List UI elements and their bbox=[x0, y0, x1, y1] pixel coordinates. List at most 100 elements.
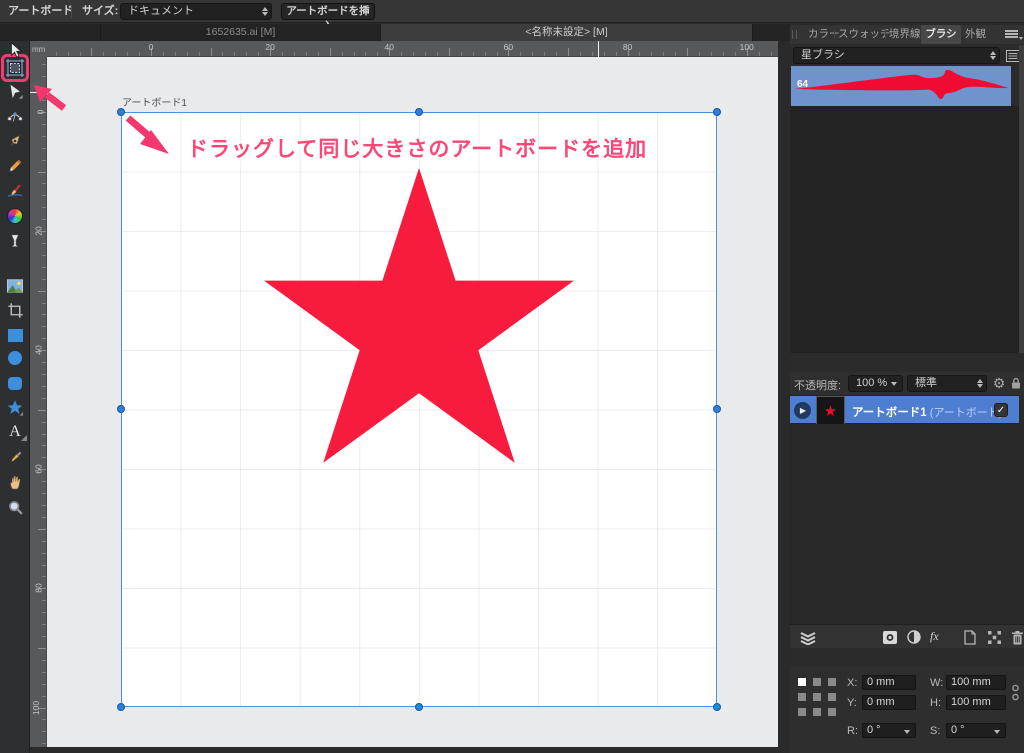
caret-down-icon bbox=[994, 730, 1000, 734]
r-label: R: bbox=[847, 725, 858, 737]
fx-icon[interactable]: fx bbox=[930, 629, 939, 644]
layers-action-bar: fx bbox=[790, 624, 1024, 648]
text-icon: A bbox=[9, 423, 21, 441]
mask-layer-icon[interactable] bbox=[882, 629, 898, 645]
document-tabstrip: 1652635.ai [M] <名称未設定> [M] bbox=[0, 24, 790, 41]
pattern-layer-icon[interactable] bbox=[986, 629, 1002, 645]
opacity-value: 100 % bbox=[856, 377, 887, 389]
size-select[interactable]: ドキュメント bbox=[120, 3, 272, 20]
context-toolbar: アートボード サイズ: ドキュメント アートボードを挿入 bbox=[0, 0, 1024, 23]
pen-tool[interactable] bbox=[4, 130, 26, 152]
text-tool[interactable]: A bbox=[4, 421, 26, 443]
brush-stroke-preview bbox=[791, 66, 1011, 106]
insert-artboard-button[interactable]: アートボードを挿入 bbox=[281, 3, 375, 20]
crop-icon bbox=[7, 302, 24, 319]
transparency-tool[interactable] bbox=[4, 230, 26, 252]
tab-brushes[interactable]: ブラシ bbox=[921, 25, 961, 44]
stepper-icon[interactable] bbox=[990, 48, 996, 63]
brush-icon bbox=[6, 182, 24, 200]
arrow-to-annotation bbox=[128, 118, 169, 154]
rectangle-tool[interactable] bbox=[4, 324, 26, 346]
panel-menu-icon[interactable] bbox=[1005, 30, 1018, 41]
panel-scrollbar[interactable] bbox=[1019, 45, 1024, 353]
star-tool[interactable] bbox=[4, 397, 26, 419]
panel-divider bbox=[778, 41, 790, 753]
blend-options-gear-icon[interactable]: ⚙ bbox=[991, 375, 1007, 392]
rounded-rectangle-tool[interactable] bbox=[4, 372, 26, 394]
hand-icon bbox=[7, 474, 24, 491]
lock-icon[interactable] bbox=[1009, 375, 1023, 392]
link-dimensions-icon[interactable] bbox=[1009, 679, 1021, 707]
adjustment-layer-icon[interactable] bbox=[906, 629, 922, 645]
image-icon bbox=[6, 278, 24, 294]
rounded-rectangle-icon bbox=[8, 377, 22, 390]
layer-row-artboard1[interactable]: ▶ ★ アートボード1 (アートボード) ✓ bbox=[790, 395, 1019, 424]
hand-tool[interactable] bbox=[4, 471, 26, 493]
opacity-select[interactable]: 100 % bbox=[848, 375, 903, 392]
color-picker-tool[interactable] bbox=[4, 446, 26, 468]
solid-arrow-icon bbox=[6, 83, 24, 101]
context-title: アートボード bbox=[8, 0, 73, 23]
ellipse-tool[interactable] bbox=[4, 347, 26, 369]
right-panel: カラー スウォッチ 境界線 ブラシ 外観 星ブラシ 64 bbox=[790, 25, 1024, 753]
brush-category-select[interactable]: 星ブラシ bbox=[793, 47, 1000, 64]
shear-select[interactable]: 0 ° bbox=[946, 723, 1006, 738]
x-label: X: bbox=[847, 677, 857, 689]
layer-name: アートボード1 (アートボード) bbox=[852, 404, 1002, 420]
new-layer-icon[interactable] bbox=[962, 628, 978, 646]
pencil-tool[interactable] bbox=[4, 155, 26, 177]
node-tool[interactable] bbox=[4, 105, 26, 127]
y-label: Y: bbox=[847, 697, 857, 709]
brush-preview-item[interactable]: 64 bbox=[791, 66, 1011, 106]
brush-category-value: 星ブラシ bbox=[801, 49, 845, 61]
s-label: S: bbox=[930, 725, 940, 737]
panel-grip[interactable] bbox=[792, 30, 797, 39]
crop-tool[interactable] bbox=[4, 299, 26, 321]
rotation-select[interactable]: 0 ° bbox=[862, 723, 916, 738]
w-label: W: bbox=[930, 677, 943, 689]
artboard-tool[interactable] bbox=[4, 57, 26, 79]
tools-toolbar: A bbox=[0, 41, 30, 753]
h-input[interactable]: 100 mm bbox=[946, 695, 1006, 710]
expand-layer-icon[interactable]: ▶ bbox=[794, 402, 811, 419]
vector-brush-tool[interactable] bbox=[4, 180, 26, 202]
layer-thumbnail[interactable]: ★ bbox=[816, 396, 845, 425]
toolbar-divider bbox=[71, 5, 72, 18]
caret-down-icon bbox=[904, 730, 910, 734]
w-input[interactable]: 100 mm bbox=[946, 675, 1006, 690]
star-icon bbox=[6, 399, 24, 417]
node-icon bbox=[6, 107, 24, 125]
transform-panel: X: 0 mm W: 100 mm Y: 0 mm H: 100 mm R: 0… bbox=[790, 667, 1024, 753]
layers-stack-icon[interactable] bbox=[798, 628, 818, 646]
trash-icon[interactable] bbox=[1009, 628, 1024, 646]
selection-tool[interactable] bbox=[4, 81, 26, 103]
x-input[interactable]: 0 mm bbox=[862, 675, 916, 690]
studio-tabs: カラー スウォッチ 境界線 ブラシ 外観 bbox=[790, 25, 1024, 44]
layer-visibility-checkbox[interactable]: ✓ bbox=[994, 403, 1008, 417]
annotation-arrows bbox=[30, 41, 778, 747]
magnifier-icon bbox=[7, 499, 24, 516]
caret-down-icon bbox=[891, 382, 897, 386]
color-wheel-tool[interactable] bbox=[4, 205, 26, 227]
artboard-icon bbox=[5, 58, 25, 78]
stepper-icon[interactable] bbox=[977, 376, 983, 391]
blend-mode-select[interactable]: 標準 bbox=[907, 375, 987, 392]
doc-tab-inactive[interactable]: 1652635.ai [M] bbox=[100, 24, 380, 41]
y-input[interactable]: 0 mm bbox=[862, 695, 916, 710]
ellipse-icon bbox=[8, 351, 22, 365]
zoom-tool[interactable] bbox=[4, 496, 26, 518]
canvas-area[interactable]: mm 020406080100 020406080100 アートボード1 bbox=[30, 41, 778, 747]
arrow-to-artboard-tool bbox=[34, 85, 64, 108]
tab-appearance[interactable]: 外観 bbox=[965, 25, 986, 44]
stepper-icon[interactable] bbox=[262, 4, 268, 19]
pen-icon bbox=[6, 132, 24, 150]
brush-size-label: 64 bbox=[797, 79, 808, 90]
tab-swatches[interactable]: スウォッチ bbox=[838, 25, 891, 44]
place-image-tool[interactable] bbox=[4, 275, 26, 297]
layers-empty-area bbox=[790, 424, 1024, 624]
anchor-point-selector[interactable] bbox=[798, 678, 836, 716]
size-label: サイズ: bbox=[82, 0, 118, 23]
tab-stroke[interactable]: 境界線 bbox=[889, 25, 921, 44]
brush-list-empty bbox=[790, 106, 1019, 353]
doc-tab-active[interactable]: <名称未設定> [M] bbox=[380, 24, 753, 41]
